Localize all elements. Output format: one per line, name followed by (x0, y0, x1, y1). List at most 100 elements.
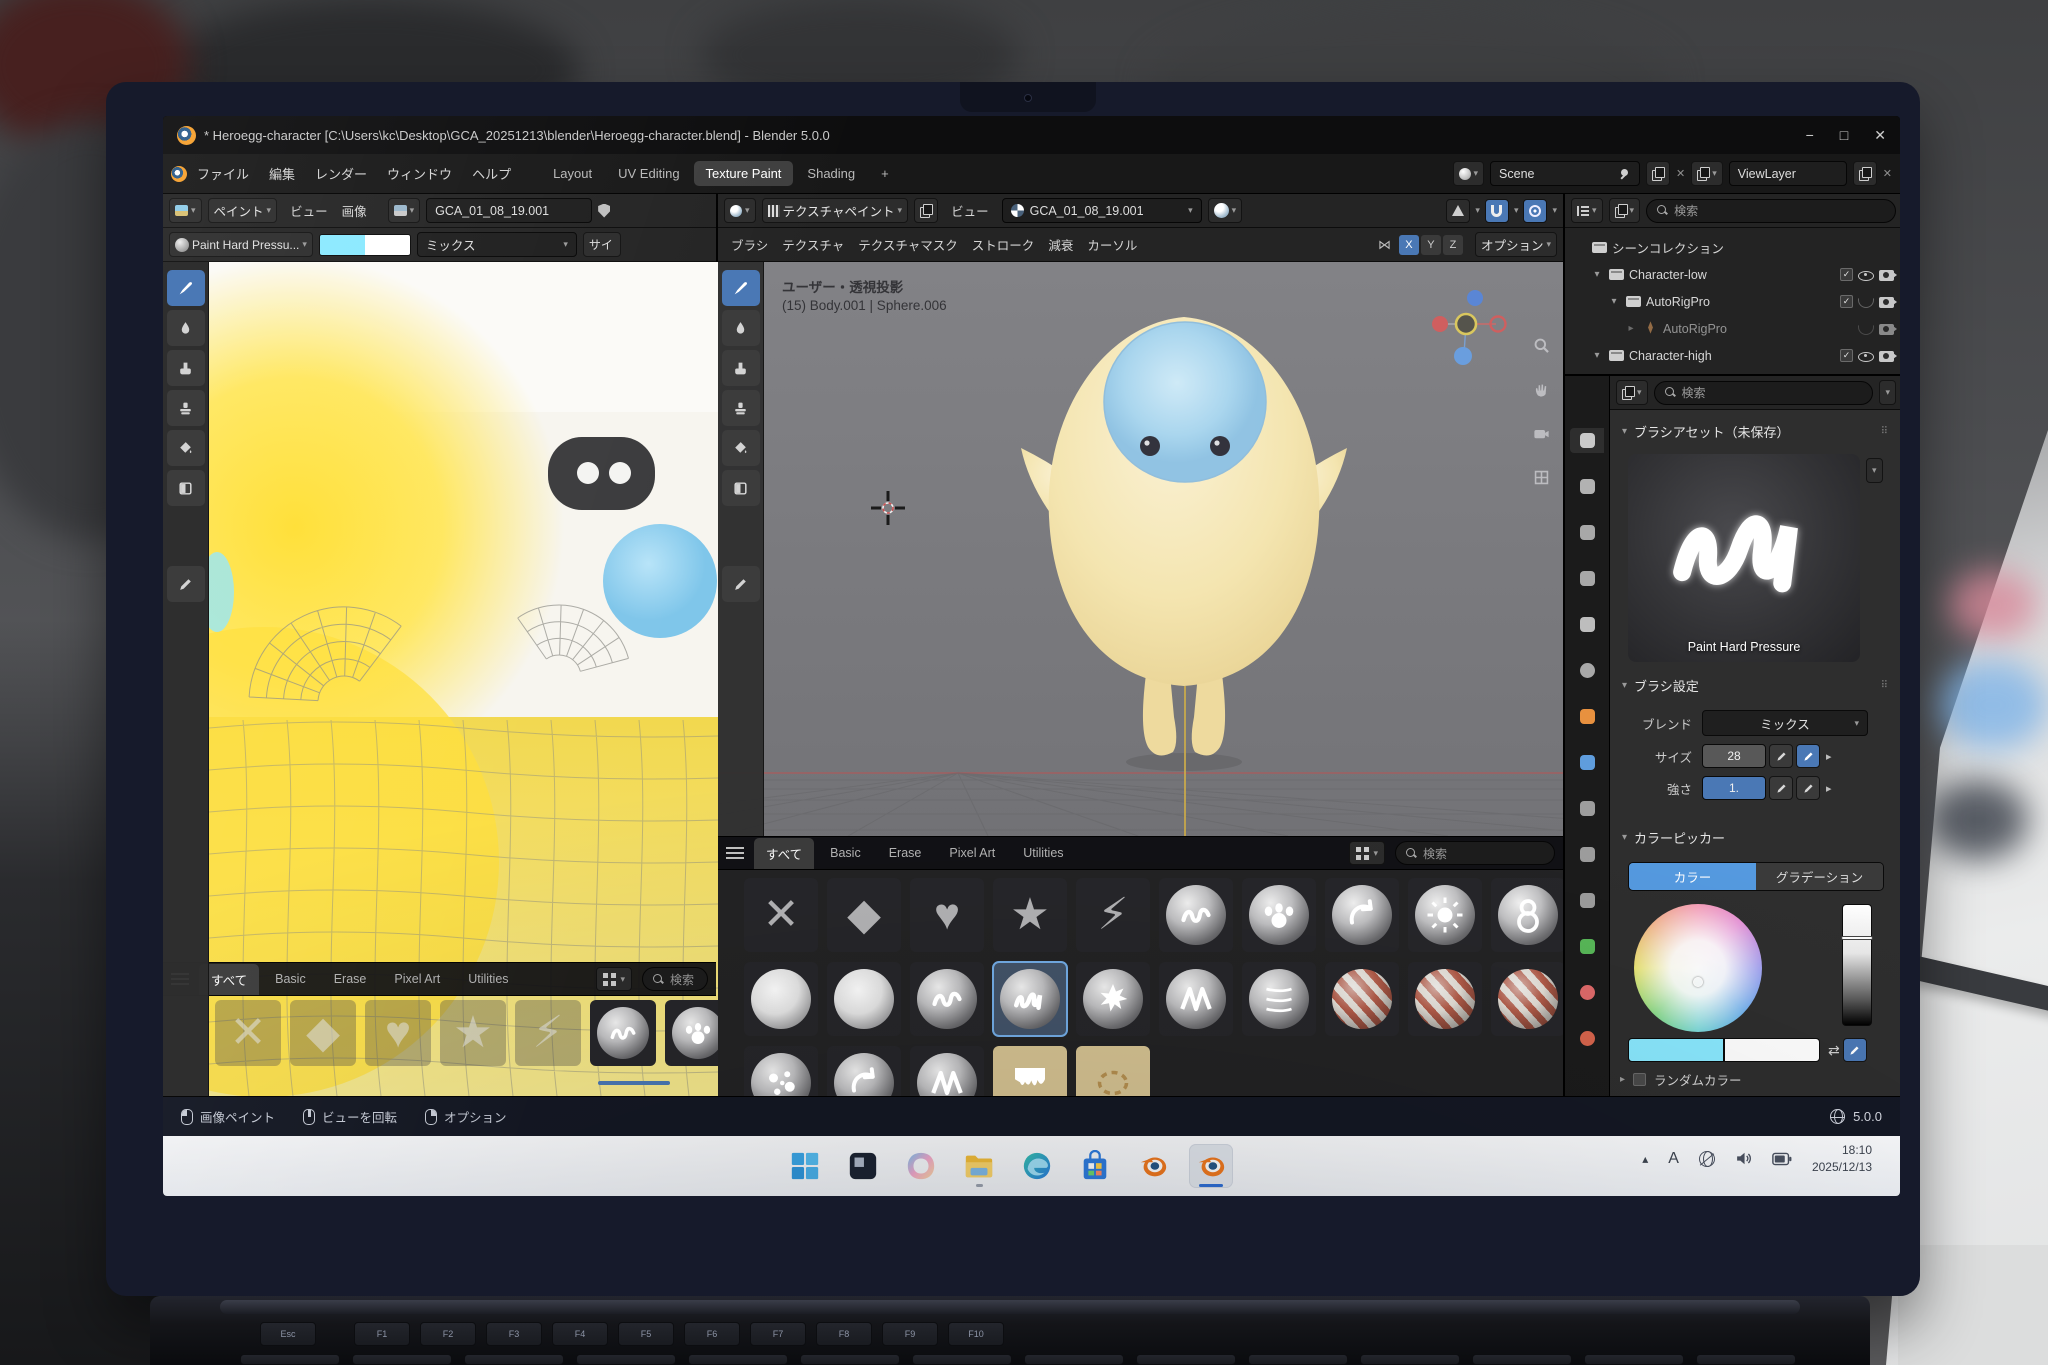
primary-color-swatch[interactable] (320, 235, 365, 255)
color-tab-グラデーション[interactable]: グラデーション (1756, 863, 1883, 890)
strength-pressure-toggle[interactable] (1796, 776, 1820, 800)
brush-star[interactable]: ★ (993, 878, 1067, 952)
tool-clone-button[interactable] (722, 390, 760, 426)
eye-off-toggle-icon[interactable] (1858, 322, 1874, 336)
shelf-tab-Pixel Art[interactable]: Pixel Art (382, 966, 452, 992)
size-pressure-toggle[interactable] (1796, 744, 1820, 768)
taskbar-blender-active-icon[interactable] (1189, 1144, 1233, 1188)
paint-menu-カーソル[interactable]: カーソル (1080, 232, 1144, 257)
taskbar-copilot-icon[interactable] (899, 1144, 943, 1188)
taskbar-edge-icon[interactable] (1015, 1144, 1059, 1188)
properties-options-button[interactable]: ▾ (1879, 380, 1896, 405)
image-mode-dropdown[interactable]: ペイント▾ (208, 198, 278, 223)
snap-toggle[interactable] (1485, 199, 1509, 223)
panel-expander-icon[interactable]: ▾ (1622, 832, 1627, 843)
brush-heart[interactable]: ♥ (365, 1000, 431, 1066)
brush-x-shape[interactable]: ✕ (744, 878, 818, 952)
hand-icon[interactable] (1532, 380, 1551, 404)
viewlayer-selector[interactable]: ViewLayer (1729, 161, 1847, 186)
brush-texture-stripe-3[interactable] (1491, 962, 1565, 1036)
shelf-search[interactable]: 検索 (642, 967, 708, 991)
taskbar-dark-app-icon[interactable] (841, 1144, 885, 1188)
menu-レンダー[interactable]: レンダー (305, 160, 377, 187)
expander-icon[interactable]: ▾ (1590, 269, 1604, 280)
tool-smear-button[interactable] (167, 350, 205, 386)
brush-lightning[interactable]: ⚡ (515, 1000, 581, 1066)
image-browse-button[interactable]: ▾ (388, 198, 421, 223)
check-toggle-icon[interactable]: ✓ (1840, 295, 1853, 308)
pin-icon[interactable] (1619, 168, 1631, 180)
brush-heart[interactable]: ♥ (910, 878, 984, 952)
size-slider[interactable]: 28 (1702, 744, 1766, 768)
key-F9[interactable]: F9 (882, 1322, 938, 1346)
key-F4[interactable]: F4 (552, 1322, 608, 1346)
interaction-mode-dropdown[interactable]: テクスチャペイント▾ (762, 198, 909, 223)
unlink-scene-button[interactable]: ✕ (1676, 167, 1685, 180)
view-menu[interactable]: ビュー (944, 198, 996, 223)
properties-tab-render[interactable] (1570, 474, 1604, 499)
color-pressure-toggle[interactable] (1843, 1038, 1867, 1062)
random-color-checkbox[interactable] (1633, 1073, 1646, 1086)
key-Esc[interactable]: Esc (260, 1322, 316, 1346)
menu-ウィンドウ[interactable]: ウィンドウ (377, 160, 462, 187)
menu-編集[interactable]: 編集 (259, 160, 305, 187)
options-dropdown[interactable]: オプション▾ (1475, 232, 1557, 257)
tool-mask-button[interactable] (722, 470, 760, 506)
zoom-icon[interactable] (1532, 336, 1551, 360)
secondary-color-swatch[interactable] (1724, 1038, 1820, 1062)
key-F8[interactable]: F8 (816, 1322, 872, 1346)
value-slider-handle[interactable] (1841, 936, 1873, 940)
viewport-canvas[interactable] (718, 262, 1563, 836)
panel-expander-icon[interactable]: ▾ (1622, 680, 1627, 691)
workspace-tab-Texture Paint[interactable]: Texture Paint (694, 161, 794, 186)
shelf-tab-Basic[interactable]: Basic (263, 966, 318, 992)
outliner-row-AutoRigPro[interactable]: ▸AutoRigPro (1565, 315, 1900, 342)
properties-tab-modifiers[interactable] (1570, 750, 1604, 775)
paint-menu-減衰[interactable]: 減衰 (1041, 232, 1080, 257)
brush-selector[interactable]: Paint Hard Pressu... ▾ (169, 232, 313, 257)
brush-splat[interactable] (1076, 962, 1150, 1036)
outliner-display-mode[interactable]: ▾ (1571, 198, 1603, 223)
brush-paint-hard-pressure[interactable] (993, 962, 1067, 1036)
falloff-dropdown[interactable] (1446, 199, 1470, 223)
color-tab-カラー[interactable]: カラー (1629, 863, 1756, 890)
camera-toggle-icon[interactable] (1879, 351, 1894, 362)
shelf-tab-すべて[interactable]: すべて (754, 838, 814, 869)
tool-fill-button[interactable] (722, 430, 760, 466)
shelf-tab-Pixel Art[interactable]: Pixel Art (937, 840, 1007, 866)
properties-tab-output[interactable] (1570, 520, 1604, 545)
clock[interactable]: 18:10 2025/12/13 (1812, 1142, 1872, 1176)
brush-streaks[interactable] (1242, 962, 1316, 1036)
workspace-tab-+[interactable]: + (869, 161, 901, 186)
tool-draw-button[interactable] (722, 270, 760, 306)
eye-toggle-icon[interactable] (1858, 268, 1874, 282)
brush-diamond[interactable]: ◆ (827, 878, 901, 952)
scene-selector[interactable]: Scene (1490, 161, 1640, 186)
paint-menu-テクスチャ[interactable]: テクスチャ (775, 232, 851, 257)
blend-mode-dropdown[interactable]: ミックス ▾ (417, 232, 577, 257)
tool-draw-button[interactable] (167, 270, 205, 306)
mirror-axis-Y[interactable]: Y (1421, 235, 1441, 255)
shelf-tab-Utilities[interactable]: Utilities (1011, 840, 1075, 866)
blender-menu-icon[interactable] (171, 166, 187, 182)
tool-fill-button[interactable] (167, 430, 205, 466)
properties-tab-physics[interactable] (1570, 842, 1604, 867)
brush-paw[interactable] (1242, 878, 1316, 952)
eye-off-toggle-icon[interactable] (1858, 295, 1874, 309)
menu-ヘルプ[interactable]: ヘルプ (462, 160, 521, 187)
outliner-filter-button[interactable]: ▾ (1609, 198, 1641, 223)
ime-indicator[interactable]: A (1668, 1150, 1679, 1168)
outliner-row-Character-low[interactable]: ▾Character-low✓ (1565, 261, 1900, 288)
proportional-edit-toggle[interactable] (1523, 199, 1547, 223)
key-F10[interactable]: F10 (948, 1322, 1004, 1346)
network-icon[interactable] (1699, 1151, 1715, 1167)
menu-ファイル[interactable]: ファイル (187, 160, 259, 187)
color-swatch-pair[interactable] (319, 234, 411, 256)
check-toggle-icon[interactable]: ✓ (1840, 268, 1853, 281)
tool-mask-button[interactable] (167, 470, 205, 506)
copy-button[interactable] (914, 198, 938, 223)
key-F6[interactable]: F6 (684, 1322, 740, 1346)
camera-toggle-icon[interactable] (1879, 324, 1894, 335)
maximize-button[interactable]: □ (1840, 127, 1848, 144)
texture-slot-selector[interactable]: GCA_01_08_19.001 ▾ (1002, 198, 1202, 223)
